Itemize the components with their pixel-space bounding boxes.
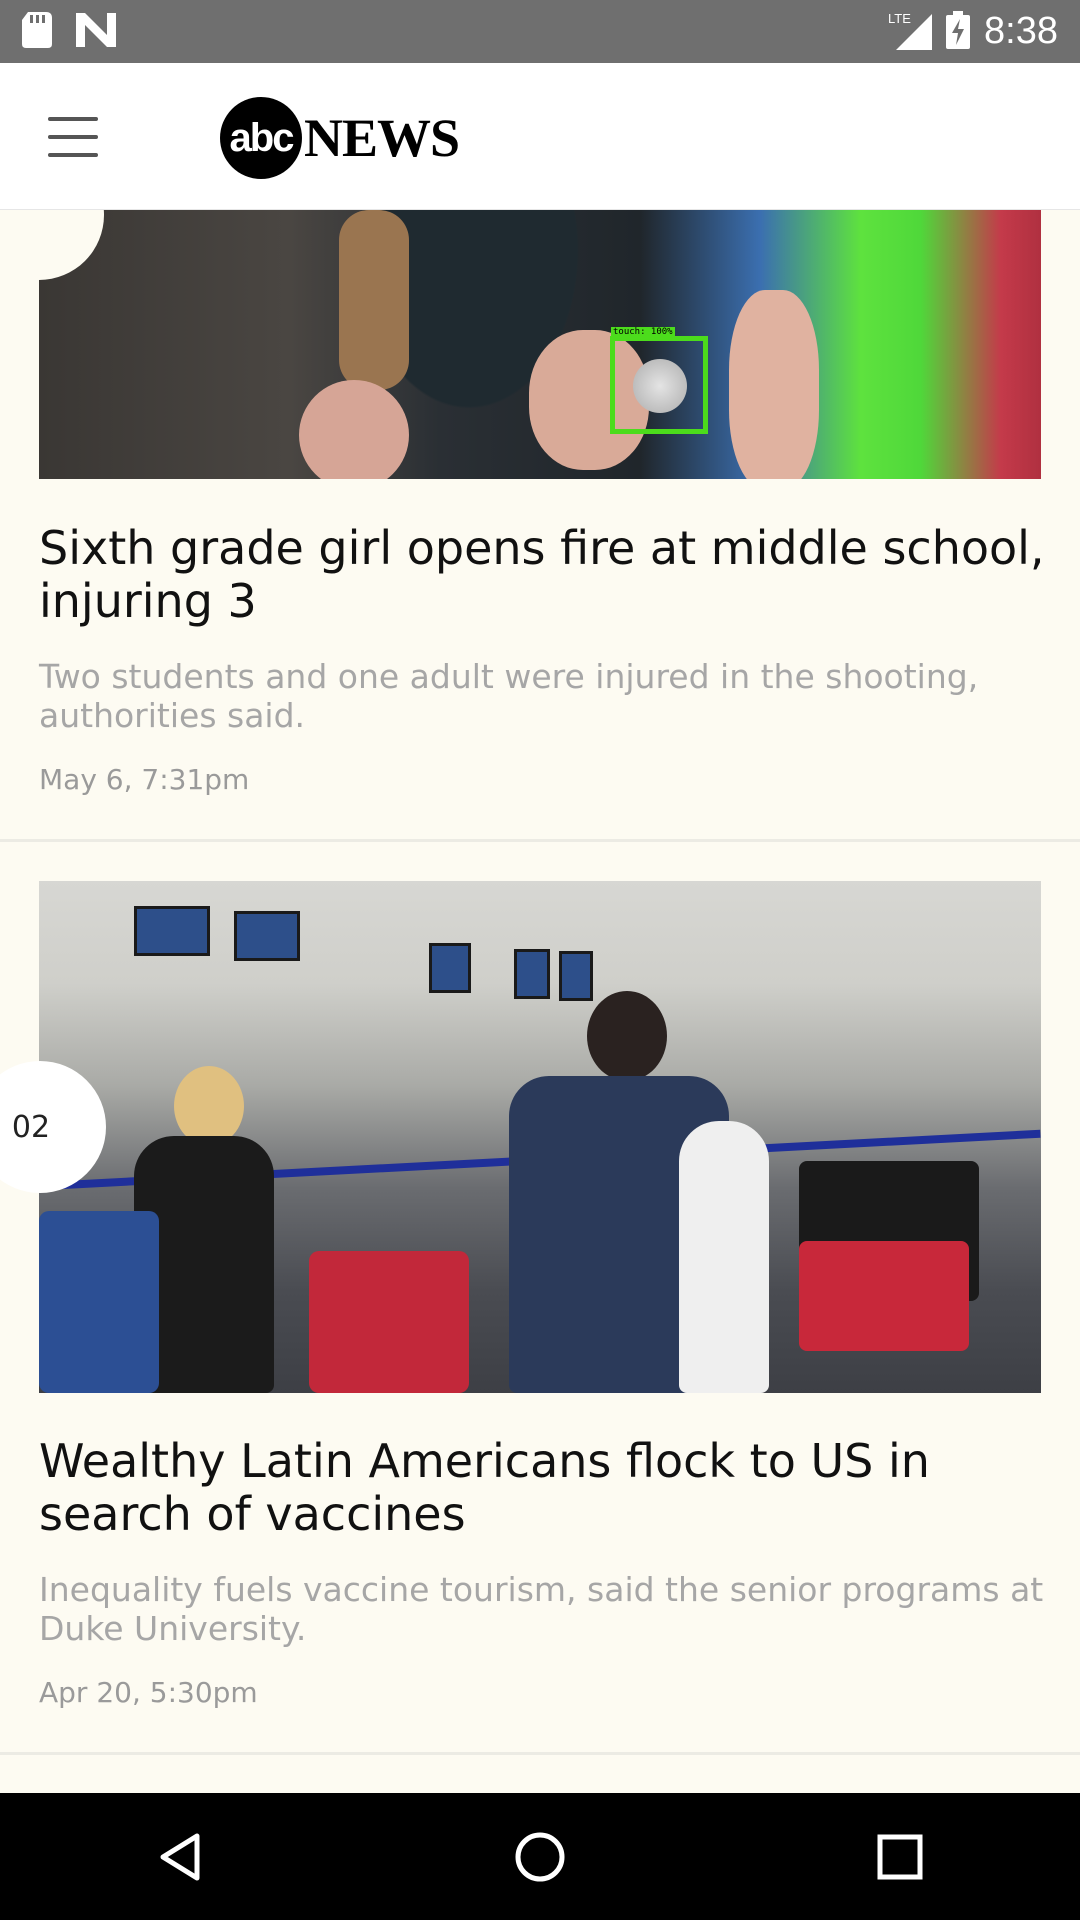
back-icon[interactable] [120, 1807, 240, 1907]
sd-card-icon [22, 11, 52, 52]
article-1-summary: Two students and one adult were injured … [39, 657, 979, 735]
logo-mark: abc [220, 97, 302, 179]
abc-news-logo[interactable]: abc NEWS [220, 97, 460, 179]
touch-dot [633, 359, 687, 413]
signal-icon: LTE [888, 10, 933, 54]
article-1-headline[interactable]: Sixth grade girl opens fire at middle sc… [39, 522, 1049, 628]
network-type: LTE [888, 11, 911, 26]
divider [0, 1752, 1080, 1755]
status-time: 8:38 [984, 10, 1058, 52]
article-1-image[interactable]: touch: 100% [39, 210, 1041, 479]
touch-indicator [610, 336, 708, 434]
status-bar: LTE 8:38 [0, 0, 1080, 63]
article-2-summary: Inequality fuels vaccine tourism, said t… [39, 1570, 1044, 1648]
article-2-headline[interactable]: Wealthy Latin Americans flock to US in s… [39, 1435, 1049, 1541]
recents-icon[interactable] [840, 1807, 960, 1907]
hamburger-menu-icon[interactable] [48, 117, 98, 157]
article-list[interactable]: touch: 100% Sixth grade girl opens fire … [0, 210, 1080, 1793]
battery-charging-icon [946, 10, 971, 53]
logo-word: NEWS [304, 108, 460, 168]
divider [0, 839, 1080, 842]
n-notification-icon [76, 12, 116, 51]
app-bar: abc NEWS [0, 63, 1080, 210]
article-2-date: Apr 20, 5:30pm [39, 1676, 258, 1709]
article-2-image[interactable] [39, 881, 1041, 1393]
home-icon[interactable] [480, 1807, 600, 1907]
article-1-date: May 6, 7:31pm [39, 763, 250, 796]
system-nav-bar [0, 1793, 1080, 1920]
rank-number: 02 [11, 1109, 51, 1145]
